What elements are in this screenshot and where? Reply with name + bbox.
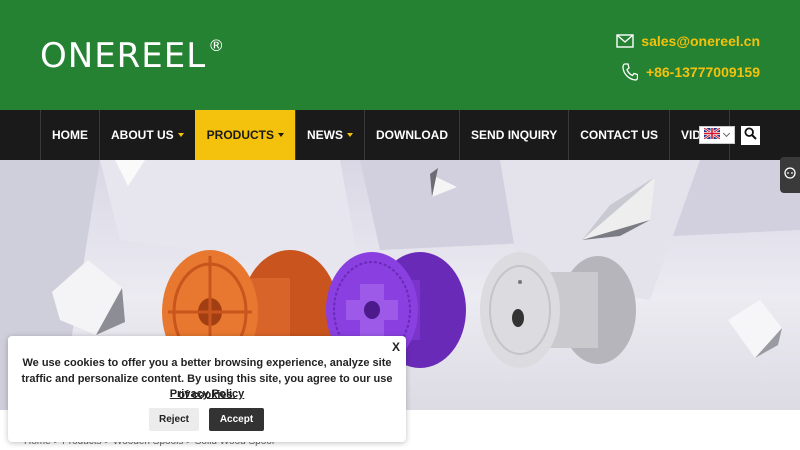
search-icon [744, 126, 757, 145]
search-button[interactable] [741, 126, 760, 145]
nav-item-home[interactable]: HOME [40, 110, 99, 160]
nav-item-send-inquiry[interactable]: SEND INQUIRY [459, 110, 568, 160]
phone-contact[interactable]: +86-13777009159 [620, 62, 760, 82]
privacy-policy-link[interactable]: Privacy Policy [8, 388, 406, 400]
nav-item-label: DOWNLOAD [376, 128, 449, 142]
nav-item-contact-us[interactable]: CONTACT US [568, 110, 669, 160]
chevron-down-icon [722, 129, 731, 138]
cookie-close-button[interactable]: X [392, 340, 400, 354]
nav-item-download[interactable]: DOWNLOAD [364, 110, 459, 160]
main-nav: HOME ABOUT US PRODUCTS NEWS DOWNLOAD SEND INQ… [0, 110, 800, 160]
nav-item-label: SEND INQUIRY [471, 128, 558, 142]
nav-item-label: HOME [52, 128, 88, 142]
caret-down-icon [347, 133, 354, 137]
envelope-icon [615, 31, 635, 51]
uk-flag-icon [703, 126, 721, 144]
nav-item-label: ABOUT US [111, 128, 174, 142]
chat-icon [784, 166, 796, 184]
language-selector[interactable] [699, 126, 735, 144]
reject-button[interactable]: Reject [149, 408, 199, 431]
caret-down-icon [278, 133, 285, 137]
nav-item-label: NEWS [307, 128, 344, 142]
nav-item-label: PRODUCTS [206, 128, 275, 142]
nav-item-news[interactable]: NEWS [295, 110, 364, 160]
phone-icon [620, 62, 640, 82]
site-header: ONEREEL ® sales@onereel.cn +86-1377700915… [0, 0, 800, 110]
email-link[interactable]: sales@onereel.cn [641, 33, 760, 49]
site-logo[interactable]: ONEREEL ® [40, 36, 225, 76]
registered-mark: ® [208, 35, 226, 55]
cookie-banner: X We use cookies to offer you a better b… [8, 336, 406, 442]
caret-down-icon [177, 133, 184, 137]
accept-button[interactable]: Accept [209, 408, 264, 431]
logo-text: ONEREEL [40, 36, 207, 76]
email-contact[interactable]: sales@onereel.cn [615, 31, 760, 51]
phone-number[interactable]: +86-13777009159 [646, 64, 760, 80]
nav-item-about-us[interactable]: ABOUT US [99, 110, 195, 160]
side-chat-tab[interactable] [780, 157, 800, 193]
nav-item-label: CONTACT US [580, 128, 659, 142]
nav-items: HOME ABOUT US PRODUCTS NEWS DOWNLOAD SEND INQ… [40, 110, 731, 160]
nav-item-products[interactable]: PRODUCTS [194, 110, 296, 160]
